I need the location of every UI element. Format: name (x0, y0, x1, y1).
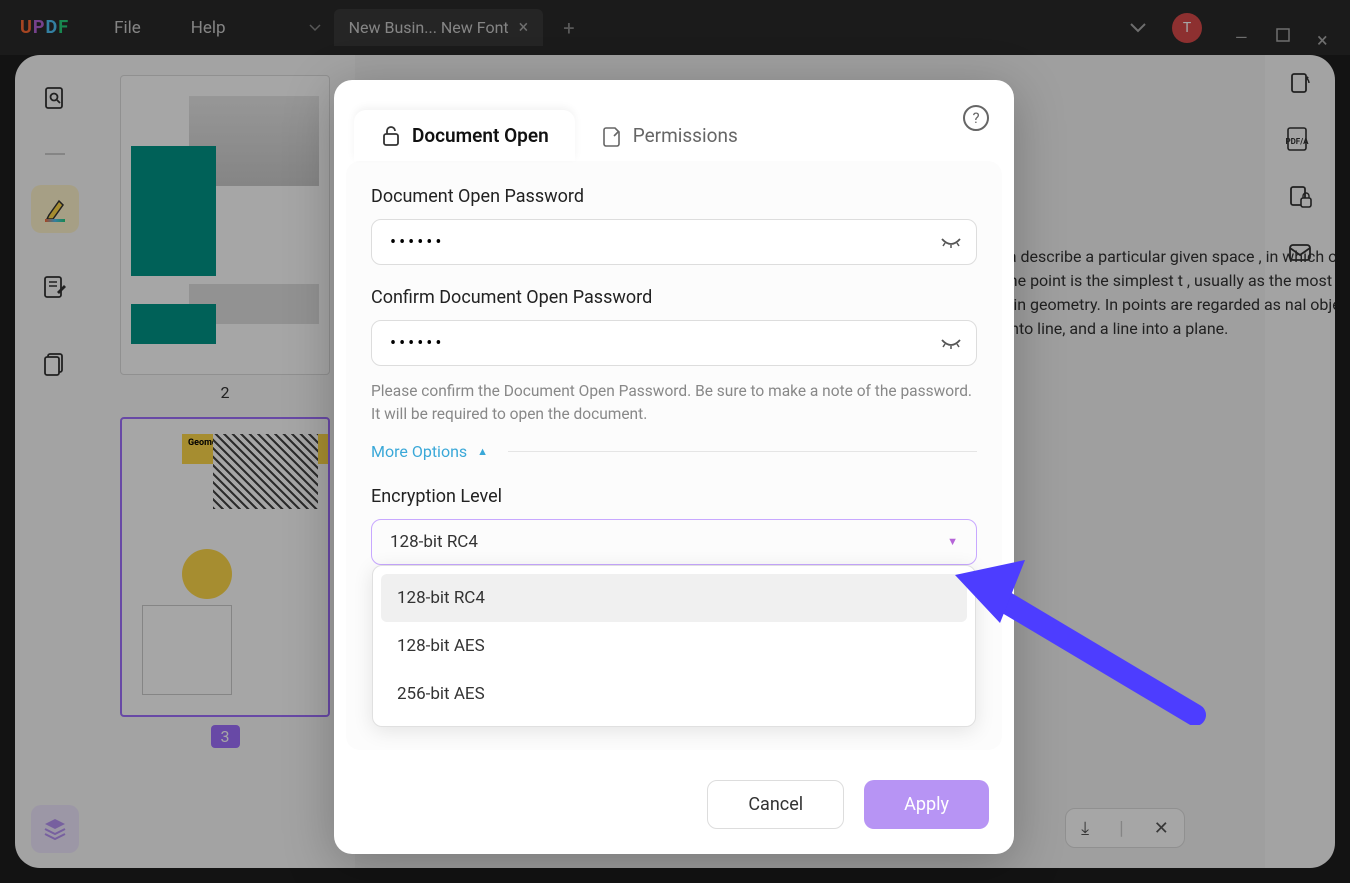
document-icon (601, 125, 623, 147)
show-password-icon[interactable] (940, 231, 962, 253)
helper-text: Please confirm the Document Open Passwor… (371, 380, 977, 427)
cancel-button[interactable]: Cancel (707, 780, 844, 829)
confirm-password-input[interactable] (371, 320, 977, 366)
help-icon[interactable]: ? (963, 105, 989, 131)
tab-document-open[interactable]: Document Open (354, 110, 575, 161)
more-options-toggle[interactable]: More Options ▲ (371, 442, 977, 461)
tab-permissions[interactable]: Permissions (575, 110, 764, 161)
password-modal: Document Open Permissions ? Document Ope… (334, 80, 1014, 854)
password-input[interactable] (371, 219, 977, 265)
lock-open-icon (380, 125, 402, 147)
encryption-label: Encryption Level (371, 486, 977, 507)
chevron-up-icon: ▲ (477, 445, 488, 458)
encryption-dropdown: 128-bit RC4 128-bit AES 256-bit AES (372, 565, 976, 727)
chevron-down-icon: ▼ (947, 535, 958, 548)
show-password-icon[interactable] (940, 332, 962, 354)
dropdown-option[interactable]: 128-bit RC4 (381, 574, 967, 622)
encryption-select[interactable]: 128-bit RC4 ▼ 128-bit RC4 128-bit AES 25… (371, 519, 977, 565)
dropdown-option[interactable]: 256-bit AES (381, 670, 967, 718)
apply-button[interactable]: Apply (864, 780, 989, 829)
confirm-label: Confirm Document Open Password (371, 287, 977, 308)
dropdown-option[interactable]: 128-bit AES (381, 622, 967, 670)
password-label: Document Open Password (371, 186, 977, 207)
